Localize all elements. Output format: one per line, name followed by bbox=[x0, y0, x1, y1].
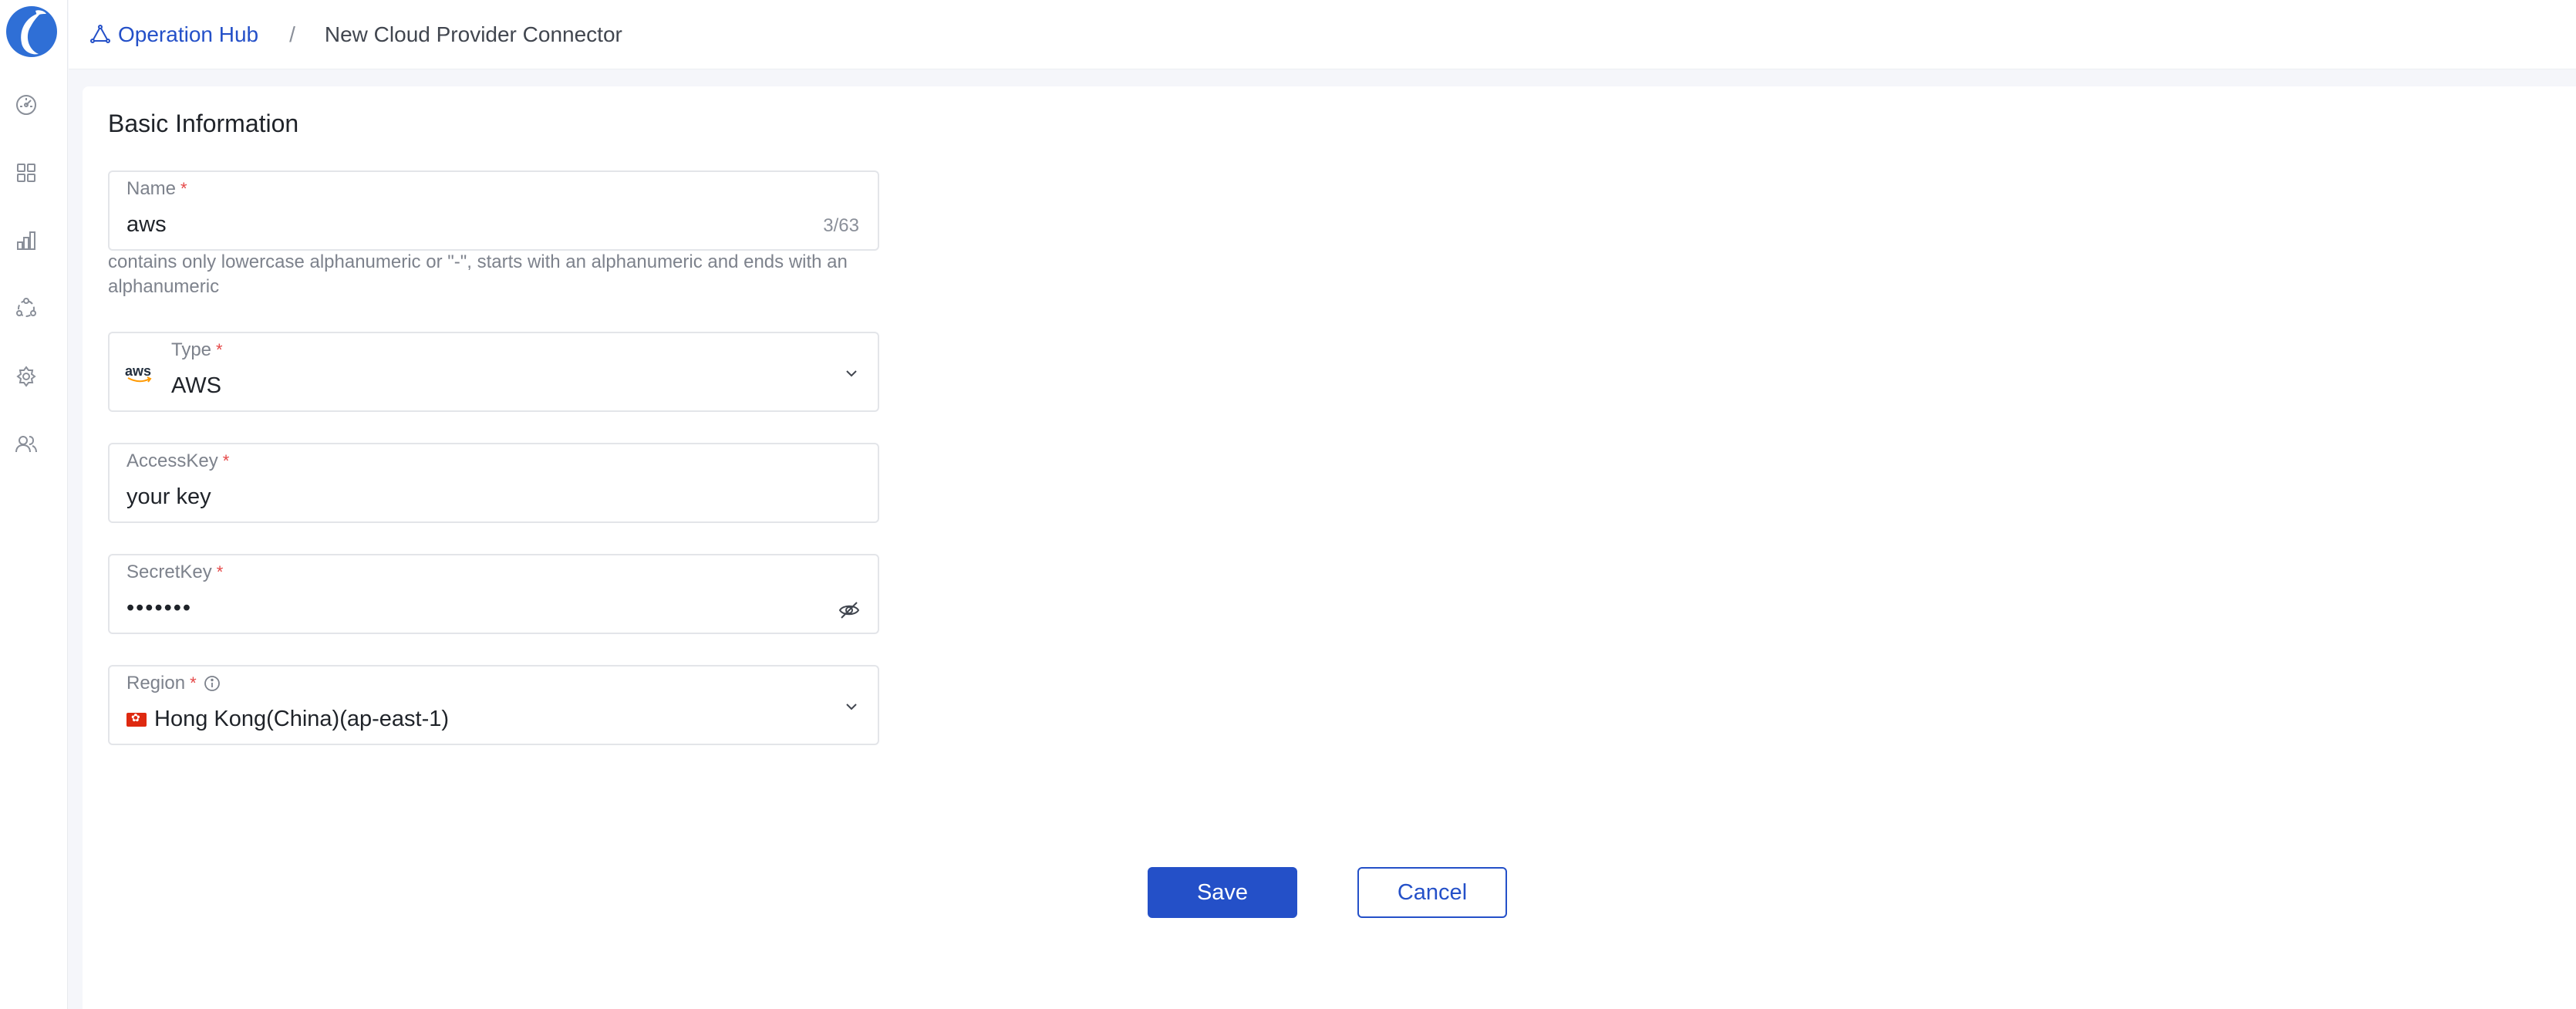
type-value: AWS bbox=[171, 373, 221, 398]
required-mark: * bbox=[222, 451, 230, 471]
type-label: Type * bbox=[171, 339, 223, 361]
breadcrumb: Operation Hub / New Cloud Provider Conne… bbox=[69, 0, 2576, 69]
secret-key-input[interactable]: ••••••• bbox=[126, 596, 192, 621]
type-label-text: Type bbox=[171, 339, 212, 360]
name-label: Name * bbox=[126, 178, 187, 200]
users-icon[interactable] bbox=[14, 432, 39, 457]
name-char-counter: 3/63 bbox=[823, 215, 859, 236]
name-label-text: Name bbox=[126, 178, 177, 199]
network-icon[interactable] bbox=[14, 296, 39, 321]
region-label-text: Region bbox=[126, 673, 186, 693]
app-logo-icon[interactable] bbox=[5, 5, 59, 59]
required-mark: * bbox=[180, 179, 187, 198]
secret-key-label-text: SecretKey bbox=[126, 562, 212, 582]
secret-key-label: SecretKey * bbox=[126, 562, 223, 583]
name-hint: contains only lowercase alphanumeric or … bbox=[108, 251, 848, 297]
name-input[interactable]: aws bbox=[126, 212, 167, 238]
name-field[interactable]: Name * aws 3/63 bbox=[108, 170, 879, 251]
chevron-down-icon[interactable] bbox=[842, 364, 861, 383]
eye-off-icon[interactable] bbox=[838, 599, 861, 622]
breadcrumb-operation-hub[interactable]: Operation Hub bbox=[90, 22, 258, 47]
breadcrumb-separator: / bbox=[289, 22, 295, 46]
access-key-input[interactable]: your key bbox=[126, 484, 211, 510]
info-icon[interactable] bbox=[203, 674, 221, 693]
main-panel: Basic Information Name * aws 3/63 contai… bbox=[83, 86, 2576, 1009]
secret-key-field[interactable]: SecretKey * ••••••• bbox=[108, 554, 879, 634]
access-key-label: AccessKey * bbox=[126, 451, 229, 472]
aws-logo-icon: aws bbox=[125, 364, 154, 386]
apps-grid-icon[interactable] bbox=[14, 160, 39, 185]
region-label: Region * bbox=[126, 673, 221, 694]
type-select[interactable]: aws Type * AWS bbox=[108, 332, 879, 412]
required-mark: * bbox=[216, 562, 224, 582]
save-button[interactable]: Save bbox=[1148, 867, 1297, 918]
region-select[interactable]: Region * Hong Kong(China)(ap-east-1) bbox=[108, 665, 879, 745]
breadcrumb-hub-label: Operation Hub bbox=[118, 22, 259, 46]
region-value-text: Hong Kong(China)(ap-east-1) bbox=[154, 707, 450, 731]
chevron-down-icon[interactable] bbox=[842, 697, 861, 716]
sidebar bbox=[0, 0, 68, 1009]
hong-kong-flag-icon bbox=[126, 711, 147, 727]
breadcrumb-current: New Cloud Provider Connector bbox=[324, 22, 622, 46]
hub-icon bbox=[90, 24, 110, 43]
chart-icon[interactable] bbox=[14, 228, 39, 253]
region-value: Hong Kong(China)(ap-east-1) bbox=[126, 707, 449, 732]
access-key-label-text: AccessKey bbox=[126, 451, 218, 471]
access-key-field[interactable]: AccessKey * your key bbox=[108, 443, 879, 523]
required-mark: * bbox=[190, 673, 197, 693]
dashboard-icon[interactable] bbox=[14, 93, 39, 117]
cancel-button[interactable]: Cancel bbox=[1357, 867, 1507, 918]
required-mark: * bbox=[216, 340, 223, 359]
section-title: Basic Information bbox=[108, 110, 299, 137]
settings-icon[interactable] bbox=[14, 364, 39, 389]
